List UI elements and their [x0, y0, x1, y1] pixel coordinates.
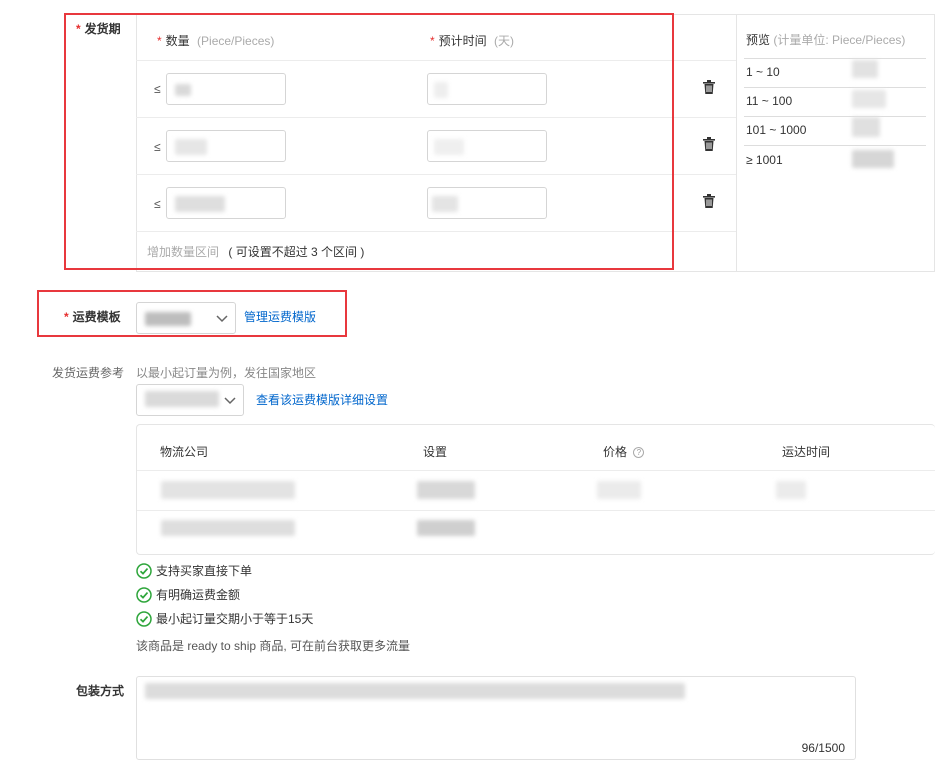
table-cell	[597, 481, 641, 499]
highlight-box-delivery	[64, 13, 674, 270]
preview-value	[852, 90, 886, 108]
preview-divider	[744, 116, 926, 117]
delete-row-button-2[interactable]	[703, 137, 715, 154]
check-circle-icon	[136, 610, 152, 627]
column-price: 价格 ?	[603, 443, 645, 460]
check-item-1: 支持买家直接下单	[136, 562, 252, 579]
preview-title: 预览 (计量单位: Piece/Pieces)	[746, 33, 906, 47]
packaging-label: 包装方式	[76, 684, 125, 698]
table-cell	[776, 481, 806, 499]
check-circle-icon	[136, 586, 152, 603]
preview-panel	[736, 14, 935, 272]
table-cell	[161, 481, 295, 499]
column-setting: 设置	[423, 445, 448, 459]
delete-row-button-3[interactable]	[703, 194, 715, 211]
trash-icon	[703, 194, 715, 208]
preview-divider	[744, 145, 926, 146]
help-icon[interactable]: ?	[633, 447, 645, 459]
column-logistics-company: 物流公司	[160, 445, 209, 459]
char-count: 96/1500	[801, 741, 845, 755]
ready-to-ship-note: 该商品是 ready to ship 商品, 可在前台获取更多流量	[136, 639, 411, 653]
check-item-3: 最小起订量交期小于等于15天	[136, 610, 313, 627]
preview-value	[852, 150, 894, 168]
chevron-down-icon	[224, 397, 236, 405]
chevron-down-icon	[216, 315, 228, 323]
delete-row-button-1[interactable]	[703, 80, 715, 97]
trash-icon	[703, 137, 715, 151]
shipping-reference-hint: 以最小起订量为例，发往国家地区	[136, 366, 317, 380]
preview-range: ≥ 1001	[746, 153, 783, 167]
table-divider	[137, 470, 935, 471]
view-template-detail-link[interactable]: 查看该运费模版详细设置	[256, 391, 388, 408]
preview-divider	[744, 58, 926, 59]
manage-shipping-template-link[interactable]: 管理运费模版	[244, 308, 316, 325]
shipping-template-label: * 运费模板	[64, 310, 121, 324]
column-delivery-time: 运达时间	[782, 445, 831, 459]
check-circle-icon	[136, 562, 152, 579]
preview-unit: (计量单位: Piece/Pieces)	[773, 33, 906, 47]
trash-icon	[703, 80, 715, 94]
shipping-template-select[interactable]	[136, 302, 236, 334]
preview-range: 11 ~ 100	[746, 94, 793, 108]
table-divider	[137, 510, 935, 511]
check-item-2: 有明确运费金额	[136, 586, 240, 603]
destination-select[interactable]	[136, 384, 244, 416]
preview-value	[852, 117, 880, 137]
table-cell	[417, 481, 475, 499]
table-cell	[417, 520, 475, 536]
shipping-reference-label: 发货运费参考	[52, 366, 125, 380]
preview-divider	[744, 87, 926, 88]
table-cell	[161, 520, 295, 536]
packaging-textarea[interactable]: 96/1500	[136, 676, 856, 760]
preview-value	[852, 60, 878, 78]
preview-range: 101 ~ 1000	[746, 123, 807, 137]
preview-range: 1 ~ 10	[746, 65, 780, 79]
